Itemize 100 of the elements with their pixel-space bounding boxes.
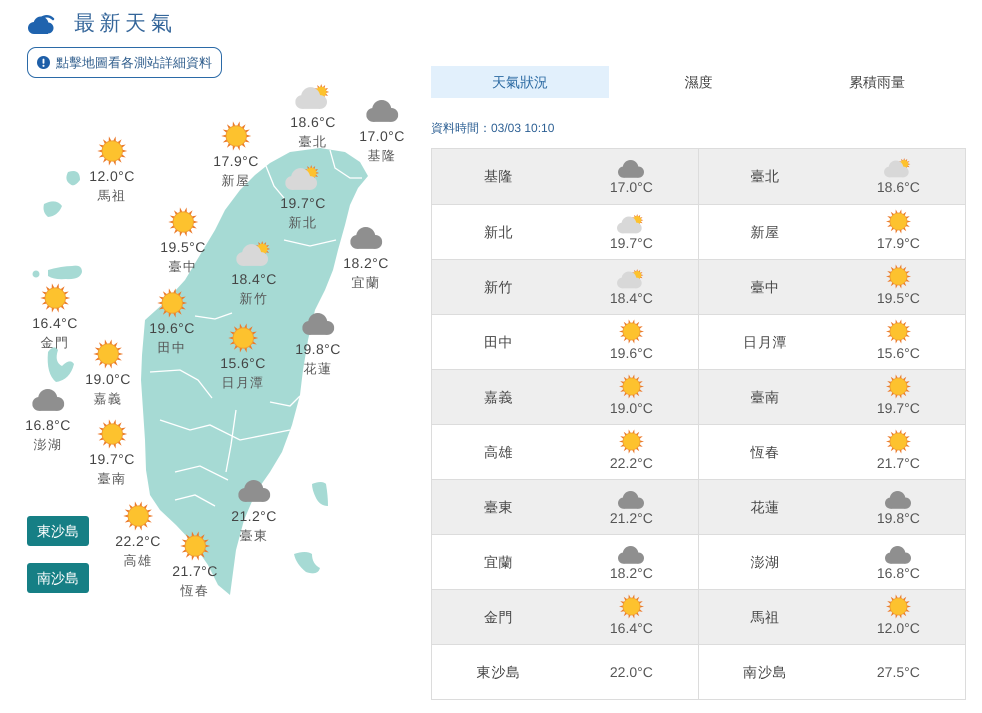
station-name[interactable]: 恆春	[180, 581, 210, 601]
station-name[interactable]: 宜蘭	[352, 273, 380, 293]
temperature-reading: 18.6°C	[876, 178, 920, 197]
sun-icon	[97, 419, 127, 449]
temperature-reading: 19.0°C	[610, 398, 653, 418]
cloud-icon	[885, 490, 912, 508]
cloud-icon	[302, 313, 334, 335]
temperature-reading: 22.2°C	[610, 454, 653, 472]
cloud-icon	[32, 389, 64, 411]
sun-icon	[93, 339, 123, 369]
temperature-reading: 12.0°C	[89, 167, 135, 186]
station-name[interactable]: 臺東	[240, 526, 268, 546]
temperature-reading: 16.8°C	[876, 564, 920, 582]
temperature-reading: 17.9°C	[213, 152, 259, 171]
station-name[interactable]: 田中	[158, 338, 186, 358]
station-name[interactable]: 馬祖	[98, 186, 126, 206]
station-name[interactable]: 澎湖	[34, 435, 62, 455]
station-name: 嘉義	[484, 388, 514, 406]
temperature-reading: 19.7°C	[610, 234, 653, 252]
temperature-reading: 19.7°C	[89, 450, 135, 469]
temperature-reading: 22.0°C	[610, 662, 653, 682]
temperature-reading: 19.0°C	[85, 370, 131, 389]
temperature-reading: 18.2°C	[610, 564, 653, 582]
cloud-icon	[618, 490, 644, 508]
sun-behind-cloud-icon	[617, 268, 646, 288]
island-shape	[32, 270, 40, 278]
island-shape	[66, 171, 80, 186]
temperature-reading: 22.2°C	[115, 532, 161, 551]
sun-icon	[40, 283, 70, 313]
cloud-icon	[350, 227, 382, 249]
station-name: 馬祖	[750, 608, 780, 626]
station-name[interactable]: 臺北	[298, 132, 328, 152]
island-shape	[312, 482, 328, 506]
sun-icon	[618, 428, 644, 454]
sun-icon	[886, 264, 911, 288]
station-name[interactable]: 嘉義	[94, 389, 122, 409]
sun-icon	[886, 318, 911, 344]
island-shape	[48, 266, 82, 280]
temperature-reading: 21.2°C	[610, 508, 653, 528]
station-name[interactable]: 臺中	[168, 257, 198, 277]
temperature-reading: 19.7°C	[280, 194, 326, 213]
temperature-reading: 18.4°C	[610, 288, 653, 308]
station-name[interactable]: 新屋	[222, 171, 250, 191]
station-name[interactable]: 基隆	[368, 146, 396, 166]
temperature-reading: 18.4°C	[231, 270, 277, 289]
sun-icon	[123, 501, 153, 531]
temperature-reading: 18.6°C	[290, 113, 336, 132]
station-name: 臺中	[750, 278, 780, 296]
cloud-icon	[618, 546, 644, 564]
station-name: 日月潭	[743, 332, 788, 352]
sun-behind-cloud-icon	[295, 84, 331, 110]
station-name[interactable]: 花蓮	[304, 359, 332, 379]
station-name: 金門	[484, 608, 514, 626]
tab[interactable]: 天氣狀況	[431, 66, 610, 98]
sun-icon	[221, 121, 251, 151]
island-shape	[294, 552, 320, 574]
temperature-reading: 19.8°C	[295, 340, 341, 359]
info-icon	[37, 56, 50, 69]
sun-behind-cloud-icon	[617, 214, 646, 234]
sun-icon	[886, 208, 911, 234]
temperature-reading: 17.0°C	[359, 127, 405, 146]
temperature-reading: 19.8°C	[876, 508, 920, 528]
station-name: 臺南	[750, 388, 780, 406]
temperature-reading: 19.7°C	[876, 398, 920, 418]
station-name[interactable]: 新竹	[240, 289, 268, 309]
temperature-reading: 18.2°C	[343, 254, 389, 273]
station-name[interactable]: 日月潭	[222, 373, 264, 393]
temperature-reading: 19.6°C	[610, 344, 653, 362]
temperature-reading: 12.0°C	[876, 618, 920, 638]
island-button[interactable]: 南沙島	[27, 563, 89, 593]
station-name: 臺北	[750, 167, 780, 186]
cloud-icon	[885, 546, 912, 564]
temperature-reading: 16.8°C	[25, 416, 71, 435]
temperature-reading: 15.6°C	[876, 344, 920, 362]
station-name: 新竹	[484, 278, 514, 296]
temperature-reading: 19.5°C	[876, 288, 920, 308]
temperature-reading: 17.9°C	[876, 234, 920, 252]
station-name[interactable]: 臺南	[98, 469, 126, 489]
station-name: 田中	[484, 332, 514, 352]
sun-icon	[168, 207, 198, 237]
station-name: 東沙島	[476, 662, 521, 682]
station-name: 高雄	[484, 442, 514, 462]
map-hint-button[interactable]: 點擊地圖看各測站詳細資料	[27, 47, 222, 78]
sun-behind-cloud-icon	[236, 241, 272, 267]
sun-behind-cloud-icon	[884, 158, 912, 178]
station-name: 宜蘭	[484, 552, 514, 572]
temperature-reading: 21.7°C	[876, 454, 920, 472]
station-name[interactable]: 高雄	[124, 551, 152, 571]
sun-behind-cloud-icon	[285, 165, 321, 191]
temperature-reading: 21.7°C	[172, 562, 218, 581]
sun-icon	[618, 374, 644, 398]
station-name[interactable]: 新北	[288, 213, 318, 233]
temperature-reading: 21.2°C	[231, 507, 277, 526]
temperature-reading: 19.6°C	[149, 319, 195, 338]
station-name: 基隆	[484, 167, 514, 186]
station-name: 花蓮	[750, 498, 780, 516]
island-button[interactable]: 東沙島	[27, 516, 89, 546]
station-name[interactable]: 金門	[40, 333, 70, 353]
sun-icon	[618, 318, 644, 344]
sun-icon	[886, 374, 911, 398]
